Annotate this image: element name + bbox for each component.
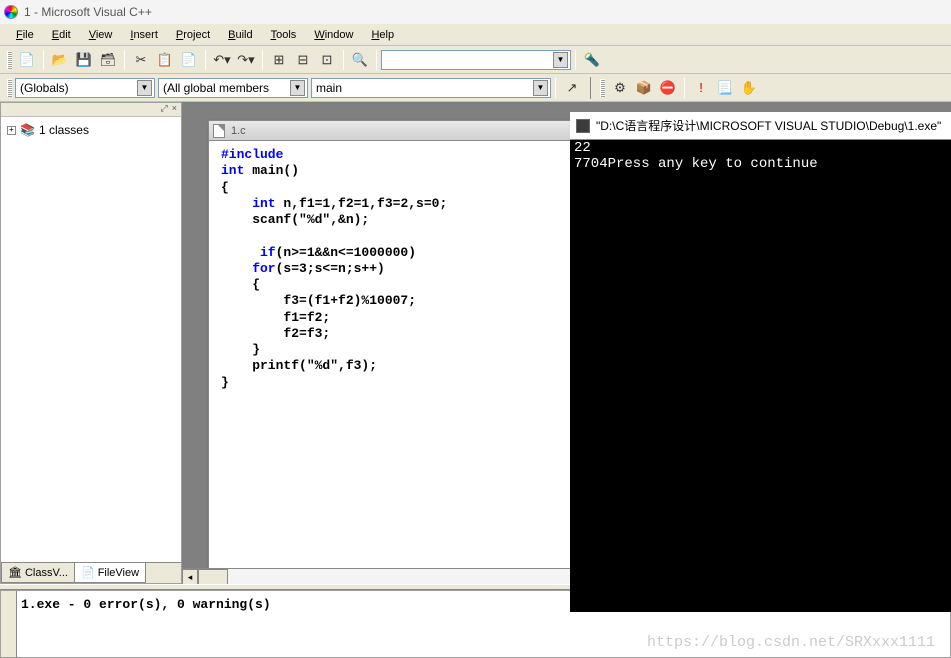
chevron-down-icon[interactable]: ▼ xyxy=(553,52,568,68)
console-icon xyxy=(576,119,590,133)
find-combo[interactable]: ▼ xyxy=(381,50,571,70)
menubar: File Edit View Insert Project Build Tool… xyxy=(0,24,951,46)
app-logo-icon xyxy=(4,5,18,19)
save-button[interactable]: 💾 xyxy=(73,49,95,71)
file-icon: 📄 xyxy=(81,566,95,579)
scope-combo[interactable]: (Globals) ▼ xyxy=(15,78,155,98)
menu-tools[interactable]: Tools xyxy=(263,27,305,43)
panel-close-icon[interactable]: × xyxy=(170,103,179,116)
breakpoint-button[interactable]: ✋ xyxy=(738,77,760,99)
console-window: "D:\C语言程序设计\MICROSOFT VISUAL STUDIO\Debu… xyxy=(570,112,951,612)
menu-edit[interactable]: Edit xyxy=(44,27,79,43)
chevron-down-icon[interactable]: ▼ xyxy=(290,80,305,96)
workspace-panel: ⤢ × + 📚 1 classes 🏛 ClassV... 📄 FileView xyxy=(0,102,182,584)
redo-button[interactable]: ↷▾ xyxy=(235,49,257,71)
compile-button[interactable]: ⚙ xyxy=(609,77,631,99)
members-combo[interactable]: (All global members ▼ xyxy=(158,78,308,98)
expand-icon[interactable]: + xyxy=(7,126,16,135)
menu-insert[interactable]: Insert xyxy=(122,27,166,43)
members-combo-text: (All global members xyxy=(163,81,269,95)
tab-fileview-label: FileView xyxy=(98,567,139,579)
window-list-button[interactable]: ⊡ xyxy=(316,49,338,71)
build-button[interactable]: 📦 xyxy=(633,77,655,99)
workspace-button[interactable]: ⊞ xyxy=(268,49,290,71)
panel-pin-icon[interactable]: ⤢ xyxy=(159,103,170,116)
menu-build[interactable]: Build xyxy=(220,27,260,43)
class-icon: 🏛 xyxy=(8,566,22,579)
paste-button[interactable]: 📄 xyxy=(178,49,200,71)
scope-combo-text: (Globals) xyxy=(20,81,69,95)
tab-fileview[interactable]: 📄 FileView xyxy=(74,563,146,583)
grip-icon[interactable] xyxy=(600,79,605,97)
c-file-icon xyxy=(213,124,225,138)
scroll-left-icon[interactable]: ◂ xyxy=(182,569,198,584)
stop-build-button[interactable]: ⛔ xyxy=(657,77,679,99)
panel-header: ⤢ × xyxy=(1,103,181,117)
console-title: "D:\C语言程序设计\MICROSOFT VISUAL STUDIO\Debu… xyxy=(596,117,941,134)
copy-button[interactable]: 📋 xyxy=(154,49,176,71)
execute-button[interactable]: ! xyxy=(690,77,712,99)
code-filename: 1.c xyxy=(231,125,246,137)
function-combo[interactable]: main ▼ xyxy=(311,78,551,98)
tab-classview-label: ClassV... xyxy=(25,567,68,579)
menu-help[interactable]: Help xyxy=(363,27,402,43)
menu-view[interactable]: View xyxy=(81,27,121,43)
window-title: 1 - Microsoft Visual C++ xyxy=(24,5,152,19)
open-button[interactable]: 📂 xyxy=(49,49,71,71)
toolbar-wizbar: (Globals) ▼ (All global members ▼ main ▼… xyxy=(0,74,951,102)
window-titlebar: 1 - Microsoft Visual C++ xyxy=(0,0,951,24)
class-tree[interactable]: + 📚 1 classes xyxy=(1,117,181,562)
chevron-down-icon[interactable]: ▼ xyxy=(137,80,152,96)
new-file-button[interactable]: 📄 xyxy=(16,49,38,71)
find-button[interactable]: 🔦 xyxy=(581,49,603,71)
cut-button[interactable]: ✂ xyxy=(130,49,152,71)
find-in-files-button[interactable]: 🔍 xyxy=(349,49,371,71)
grip-icon[interactable] xyxy=(7,79,12,97)
grip-icon[interactable] xyxy=(7,51,12,69)
console-titlebar[interactable]: "D:\C语言程序设计\MICROSOFT VISUAL STUDIO\Debu… xyxy=(570,112,951,140)
go-button[interactable]: 📃 xyxy=(714,77,736,99)
toolbar-standard: 📄 📂 💾 🗃 ✂ 📋 📄 ↶▾ ↷▾ ⊞ ⊟ ⊡ 🔍 ▼ 🔦 xyxy=(0,46,951,74)
menu-project[interactable]: Project xyxy=(168,27,218,43)
output-button[interactable]: ⊟ xyxy=(292,49,314,71)
save-all-button[interactable]: 🗃 xyxy=(97,49,119,71)
function-combo-text: main xyxy=(316,81,342,95)
goto-button[interactable]: ↗ xyxy=(561,77,583,99)
book-icon: 📚 xyxy=(20,123,35,137)
output-tab-strip[interactable] xyxy=(1,591,17,657)
workspace-tabs: 🏛 ClassV... 📄 FileView xyxy=(1,562,181,583)
menu-file[interactable]: File xyxy=(8,27,42,43)
menu-window[interactable]: Window xyxy=(306,27,361,43)
tab-classview[interactable]: 🏛 ClassV... xyxy=(1,563,75,583)
undo-button[interactable]: ↶▾ xyxy=(211,49,233,71)
tree-root-label: 1 classes xyxy=(39,123,89,137)
scroll-thumb[interactable] xyxy=(198,569,228,584)
chevron-down-icon[interactable]: ▼ xyxy=(533,80,548,96)
tree-root-item[interactable]: + 📚 1 classes xyxy=(7,123,175,137)
console-output[interactable]: 22 7704Press any key to continue xyxy=(570,140,951,172)
